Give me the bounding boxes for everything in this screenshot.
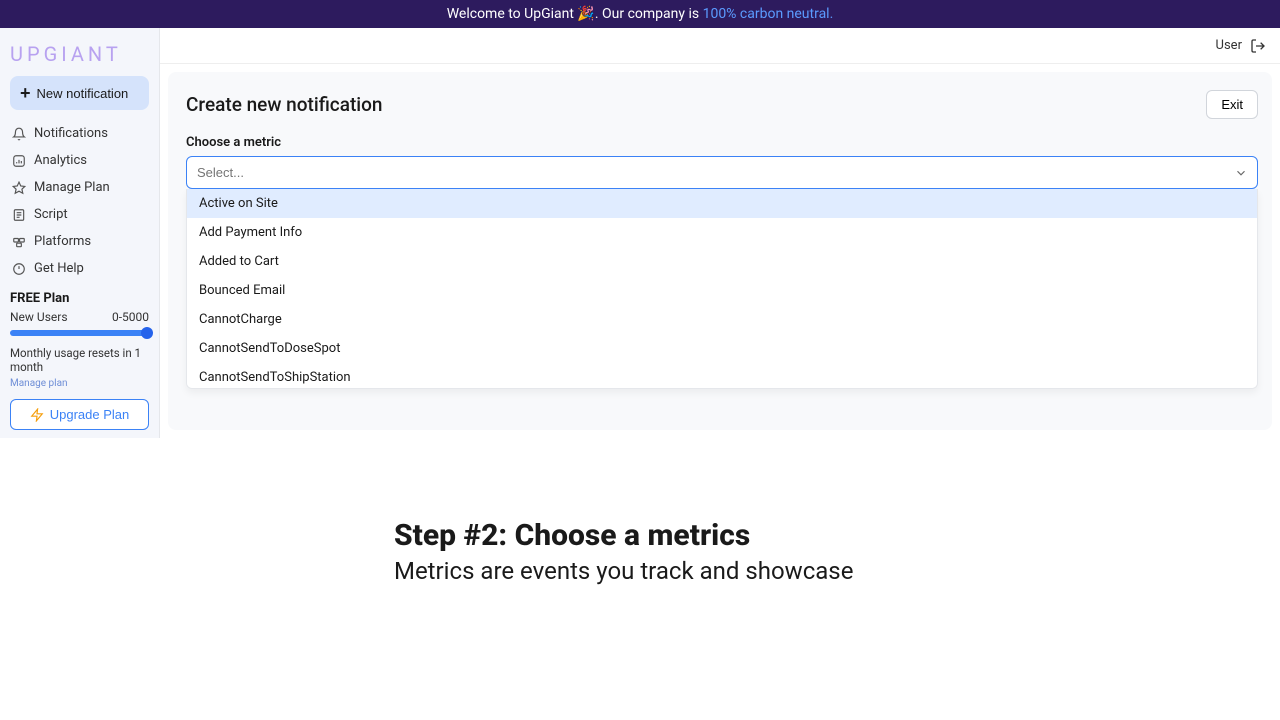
logo: UPGIANT	[6, 36, 153, 76]
logout-icon[interactable]	[1250, 38, 1266, 54]
plan-metric-value: 0-5000	[112, 310, 149, 324]
sidebar: UPGIANT + New notification Notifications…	[0, 28, 160, 438]
page-title: Create new notification	[186, 93, 383, 116]
step-title: Step #2: Choose a metrics	[394, 518, 1280, 553]
topbar: User	[160, 28, 1280, 64]
app-frame: UPGIANT + New notification Notifications…	[0, 28, 1280, 438]
bell-icon	[12, 127, 26, 141]
sidebar-item-label: Notifications	[34, 126, 108, 141]
metric-option[interactable]: Bounced Email	[187, 276, 1257, 305]
content-panel: Create new notification Exit Choose a me…	[168, 72, 1272, 430]
metric-option[interactable]: CannotSendToDoseSpot	[187, 334, 1257, 363]
script-icon	[12, 208, 26, 222]
upgrade-plan-button[interactable]: Upgrade Plan	[10, 399, 149, 430]
plan-reset-note: Monthly usage resets in 1 month	[10, 346, 149, 374]
sidebar-item-manage-plan[interactable]: Manage Plan	[6, 174, 153, 201]
metric-select-input[interactable]	[186, 156, 1258, 189]
slider-knob[interactable]	[141, 327, 153, 339]
plan-title: FREE Plan	[10, 291, 149, 306]
sidebar-item-label: Manage Plan	[34, 180, 110, 195]
step-caption: Step #2: Choose a metrics Metrics are ev…	[0, 438, 1280, 585]
sidebar-item-label: Analytics	[34, 153, 87, 168]
sidebar-item-label: Get Help	[34, 261, 84, 276]
star-icon	[12, 181, 26, 195]
platforms-icon	[12, 235, 26, 249]
metric-option[interactable]: Active on Site	[187, 189, 1257, 218]
usage-slider[interactable]	[10, 330, 149, 336]
metric-option[interactable]: Add Payment Info	[187, 218, 1257, 247]
metric-option[interactable]: Added to Cart	[187, 247, 1257, 276]
help-icon	[12, 262, 26, 276]
metric-option[interactable]: CannotCharge	[187, 305, 1257, 334]
metric-select[interactable]	[186, 156, 1258, 189]
plan-box: FREE Plan New Users 0-5000 Monthly usage…	[6, 285, 153, 430]
new-notification-button[interactable]: + New notification	[10, 76, 149, 110]
new-notification-label: New notification	[37, 86, 129, 101]
metric-dropdown[interactable]: Active on Site Add Payment Info Added to…	[186, 189, 1258, 389]
manage-plan-link[interactable]: Manage plan	[10, 378, 149, 389]
exit-button[interactable]: Exit	[1206, 90, 1258, 119]
metric-option[interactable]: CannotSendToShipStation	[187, 363, 1257, 389]
banner-text: Welcome to UpGiant 🎉. Our company is	[447, 6, 703, 22]
main-area: User Create new notification Exit Choose…	[160, 28, 1280, 438]
carbon-neutral-link[interactable]: 100% carbon neutral.	[703, 6, 834, 22]
user-label: User	[1216, 38, 1242, 53]
sidebar-item-analytics[interactable]: Analytics	[6, 147, 153, 174]
sidebar-item-label: Script	[34, 207, 68, 222]
sidebar-item-label: Platforms	[34, 234, 91, 249]
plan-metric-label: New Users	[10, 310, 68, 324]
plan-usage-row: New Users 0-5000	[10, 310, 149, 324]
sidebar-item-platforms[interactable]: Platforms	[6, 228, 153, 255]
plus-icon: +	[20, 84, 31, 102]
upgrade-label: Upgrade Plan	[50, 407, 130, 422]
sidebar-item-get-help[interactable]: Get Help	[6, 255, 153, 282]
lightning-icon	[30, 408, 44, 422]
sidebar-item-script[interactable]: Script	[6, 201, 153, 228]
sidebar-item-notifications[interactable]: Notifications	[6, 120, 153, 147]
content-header: Create new notification Exit	[186, 90, 1258, 119]
step-subtitle: Metrics are events you track and showcas…	[394, 557, 1280, 585]
metric-field-label: Choose a metric	[186, 135, 1258, 150]
chart-icon	[12, 154, 26, 168]
welcome-banner: Welcome to UpGiant 🎉. Our company is 100…	[0, 0, 1280, 28]
